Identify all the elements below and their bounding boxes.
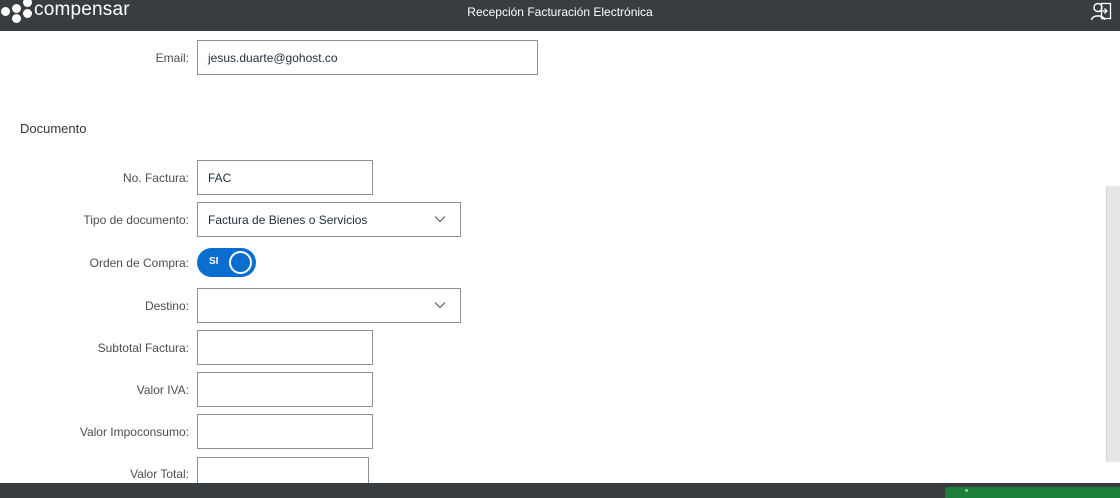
impoconsumo-field[interactable] xyxy=(197,414,373,449)
impoconsumo-label: Valor Impoconsumo: xyxy=(79,425,189,439)
shell-header: compensar Recepción Facturación Electrón… xyxy=(0,0,1120,31)
subtotal-label: Subtotal Factura: xyxy=(97,341,189,355)
tipo-documento-label: Tipo de documento: xyxy=(83,213,189,227)
logo-dots-icon xyxy=(0,0,34,31)
total-label: Valor Total: xyxy=(130,467,189,481)
no-factura-field[interactable]: FAC xyxy=(197,160,373,195)
chevron-down-icon xyxy=(434,302,446,309)
compensar-logo: compensar xyxy=(0,0,130,31)
orden-compra-toggle[interactable]: SI xyxy=(197,248,256,277)
page: compensar Recepción Facturación Electrón… xyxy=(0,0,1120,498)
toggle-knob xyxy=(229,251,252,274)
iva-label: Valor IVA: xyxy=(136,383,189,397)
chevron-down-icon xyxy=(434,216,446,223)
tipo-documento-select[interactable]: Factura de Bienes o Servicios xyxy=(197,202,461,237)
destino-label: Destino: xyxy=(144,299,189,313)
vertical-scrollbar[interactable] xyxy=(1106,186,1120,462)
email-field[interactable]: jesus.duarte@gohost.co xyxy=(197,40,538,75)
subtotal-field[interactable] xyxy=(197,330,373,365)
no-factura-value: FAC xyxy=(208,170,232,185)
tipo-documento-value: Factura de Bienes o Servicios xyxy=(208,212,368,227)
brand-name: compensar xyxy=(34,0,130,20)
footer-action-icon xyxy=(965,489,968,492)
destino-select[interactable] xyxy=(197,288,461,323)
section-title-documento: Documento xyxy=(20,121,87,136)
toggle-text: SI xyxy=(209,256,219,267)
footer-action-button[interactable] xyxy=(945,487,1120,498)
no-factura-label: No. Factura: xyxy=(122,171,189,185)
email-label: Email: xyxy=(155,51,189,65)
app-title: Recepción Facturación Electrónica xyxy=(467,5,653,19)
email-value: jesus.duarte@gohost.co xyxy=(208,50,338,65)
user-logout-icon[interactable] xyxy=(1090,1,1112,23)
iva-field[interactable] xyxy=(197,372,373,407)
orden-compra-label: Orden de Compra: xyxy=(89,256,189,270)
